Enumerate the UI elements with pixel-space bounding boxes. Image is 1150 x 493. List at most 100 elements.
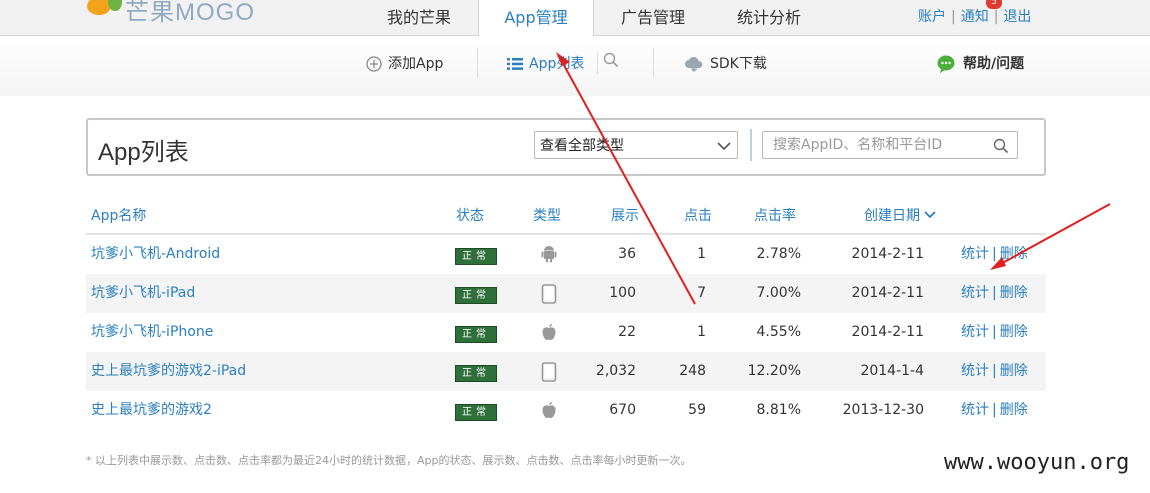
plus-circle-icon [366,56,382,72]
account-link[interactable]: 账户 [918,9,946,25]
tablet-icon [541,284,557,308]
help-button[interactable]: 帮助/问题 [937,50,1024,78]
tab-my-mango[interactable]: 我的芒果 [372,0,466,35]
ctr-value: 4.55% [756,324,801,340]
apple-icon [541,401,557,423]
add-app-button[interactable]: 添加App [366,50,443,78]
separator: | [992,246,997,262]
column-header-status[interactable]: 状态 [456,205,484,225]
column-header-name[interactable]: App名称 [91,205,146,225]
tab-statistics[interactable]: 统计分析 [722,0,816,35]
impressions-value: 22 [618,324,636,340]
stats-link[interactable]: 统计 [961,246,989,262]
logo-text: 芒果MOGO [125,0,255,26]
chat-bubble-icon [937,55,957,73]
app-list-button[interactable]: App列表 [507,50,584,78]
ctr-value: 8.81% [756,402,801,418]
status-badge: 正常 [455,365,497,382]
delete-link[interactable]: 删除 [1000,246,1028,262]
search-input[interactable]: 搜索AppID、名称和平台ID [762,131,1018,159]
app-name-link[interactable]: 坑爹小飞机-iPad [91,274,195,313]
status-badge: 正常 [455,404,497,421]
search-icon [603,50,619,78]
table-row: 史上最坑爹的游戏2-iPad 正常 2,032 248 12.20% 2014-1-4 统计… [86,352,1046,391]
clicks-value: 59 [688,402,706,418]
sdk-download-label: SDK下载 [710,56,767,72]
delete-link[interactable]: 删除 [1000,363,1028,379]
tab-label: App管理 [504,8,568,27]
clicks-value: 1 [697,324,706,340]
search-toggle-button[interactable] [603,50,619,78]
created-date-value: 2013-12-30 [842,402,924,418]
notify-link[interactable]: 通知 [961,9,989,25]
notification-count-badge: 5 [986,0,1002,9]
app-name-link[interactable]: 史上最坑爹的游戏2 [91,391,212,430]
tab-label: 统计分析 [736,8,801,27]
app-list-panel: App列表 查看全部类型 搜索AppID、名称和平台ID [86,118,1046,176]
column-header-ctr[interactable]: 点击率 [754,205,796,225]
table-row: 坑爹小飞机-Android 正常 36 1 2.78% 2014-2-11 统计 | 删除 [86,235,1046,274]
table-row: 坑爹小飞机-iPad 正常 100 7 7.00% 2014-2-11 统计 | 删除 [86,274,1046,313]
delete-link[interactable]: 删除 [1000,402,1028,418]
separator: | [993,9,999,25]
logout-link[interactable]: 退出 [1003,9,1031,25]
separator: | [992,363,997,379]
app-name-link[interactable]: 坑爹小飞机-Android [91,235,220,274]
stats-link[interactable]: 统计 [961,324,989,340]
app-name-link[interactable]: 史上最坑爹的游戏2-iPad [91,352,246,391]
watermark: www.wooyun.org [944,450,1130,475]
separator: | [992,285,997,301]
tab-label: 广告管理 [620,8,685,27]
divider [597,52,598,74]
tab-label: 我的芒果 [386,8,451,27]
user-links: 账户 | 通知 | 退出 [918,0,1031,35]
mogo-logo[interactable]: 芒果MOGO [85,0,265,26]
sdk-download-button[interactable]: SDK下载 [684,50,767,78]
app-name-link[interactable]: 坑爹小飞机-iPhone [91,313,213,352]
column-header-created-label: 创建日期 [864,208,920,224]
impressions-value: 2,032 [595,363,636,379]
divider [653,48,654,78]
cloud-download-icon [684,56,704,72]
tab-ad-management[interactable]: 广告管理 [606,0,700,35]
divider [477,48,478,78]
impressions-value: 36 [618,246,636,262]
column-header-clicks[interactable]: 点击 [684,205,712,225]
created-date-value: 2014-2-11 [851,285,924,301]
status-badge: 正常 [455,326,497,343]
mango-logo-icon [87,0,122,15]
page-title: App列表 [98,139,189,166]
stats-link[interactable]: 统计 [961,363,989,379]
table-row: 史上最坑爹的游戏2 正常 670 59 8.81% 2013-12-30 统计 | 删除 [86,391,1046,430]
column-header-type[interactable]: 类型 [533,205,561,225]
created-date-value: 2014-2-11 [851,246,924,262]
impressions-value: 100 [609,285,636,301]
row-actions: 统计 | 删除 [961,235,1028,274]
app-list-label: App列表 [529,56,585,72]
type-filter-value: 查看全部类型 [540,138,624,154]
tablet-icon [541,362,557,386]
divider [750,129,752,161]
status-badge: 正常 [455,287,497,304]
delete-link[interactable]: 删除 [1000,285,1028,301]
clicks-value: 1 [697,246,706,262]
stats-link[interactable]: 统计 [961,402,989,418]
status-badge: 正常 [455,248,497,265]
separator: | [951,9,956,25]
column-header-impressions[interactable]: 展示 [611,205,639,225]
type-filter-select[interactable]: 查看全部类型 [534,131,738,159]
delete-link[interactable]: 删除 [1000,324,1028,340]
chevron-down-icon [717,132,731,170]
column-header-created[interactable]: 创建日期 [864,205,937,225]
search-icon[interactable] [993,138,1009,158]
stats-link[interactable]: 统计 [961,285,989,301]
tab-app-management[interactable]: App管理 [478,0,594,36]
table-row: 坑爹小飞机-iPhone 正常 22 1 4.55% 2014-2-11 统计 | 删除 [86,313,1046,352]
list-icon [507,57,523,71]
separator: | [992,324,997,340]
row-actions: 统计 | 删除 [961,391,1028,430]
add-app-label: 添加App [388,56,444,72]
row-actions: 统计 | 删除 [961,274,1028,313]
ctr-value: 7.00% [756,285,801,301]
top-navigation-bar: 芒果MOGO 我的芒果 App管理 广告管理 统计分析 账户 | 通知 | 退出 5 [0,0,1150,36]
